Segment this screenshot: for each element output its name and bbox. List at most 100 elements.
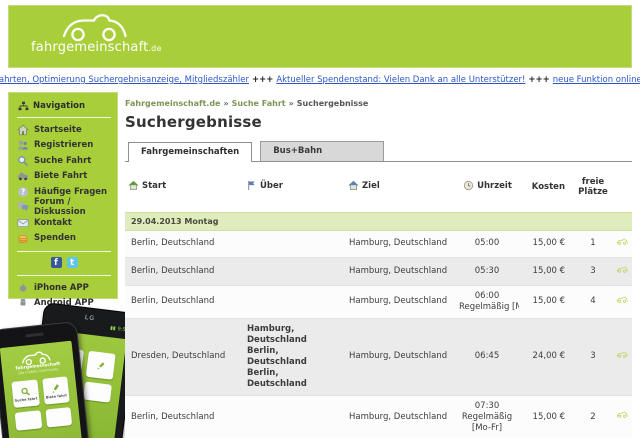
apple-icon [17,282,29,294]
cell-transport [611,258,632,286]
divider [17,251,111,252]
via-flag-icon [245,180,257,192]
help-icon: ? [17,186,29,198]
sidebar-navigation: Navigation Startseite Registrieren Suche F… [8,92,118,299]
column-header-uhrzeit[interactable]: Uhrzeit [477,181,512,191]
cell-kosten: 15,00 € [519,395,575,438]
cell-freie-plaetze: 4 [575,285,611,318]
table-row[interactable]: Berlin, DeutschlandHamburg, Deutschland0… [125,395,632,438]
tab-fahrgemeinschaften[interactable]: Fahrgemeinschaften [128,142,252,162]
cell-start: Berlin, Deutschland [125,230,243,258]
cell-ueber: Hamburg, DeutschlandBerlin, DeutschlandB… [243,318,345,395]
sidebar-item-label: Biete Fahrt [34,171,87,181]
cell-uhrzeit: 06:00Regelmäßig [Mo] [455,285,519,318]
cell-uhrzeit: 05:30 [455,258,519,286]
cell-ziel: Hamburg, Deutschland [345,395,455,438]
breadcrumb-current: Suchergebnisse [297,99,369,108]
tab-bus-bahn[interactable]: Bus+Bahn [260,141,384,161]
ticker-link[interactable]: neue Funktion online: ‚Fahrt dupliziere [553,75,640,85]
sidebar-title-label: Navigation [33,101,85,111]
svg-text:?: ? [21,187,25,196]
column-header-freie-plaetze[interactable]: freie Plätze [575,162,611,212]
sidebar-item-iphone-app[interactable]: iPhone APP [17,280,111,295]
car-green-icon[interactable] [616,263,628,275]
sidebar-item-spenden[interactable]: Spenden [17,231,111,247]
column-header-kosten[interactable]: Kosten [519,162,575,212]
cell-kosten: 24,00 € [519,318,575,395]
date-group-label: 29.04.2013 Montag [125,212,632,230]
app-item-label: iPhone APP [34,283,89,293]
app-button-biete-fahrt: Biete fahrt [42,376,70,405]
tab-bar: Fahrgemeinschaften Bus+Bahn [125,142,632,162]
cell-freie-plaetze: 1 [575,230,611,258]
sidebar-item-label: Startseite [34,125,82,135]
table-row[interactable]: Berlin, DeutschlandHamburg, Deutschland0… [125,285,632,318]
breadcrumb-separator: » [220,99,231,108]
sidebar-item-label: Suche Fahrt [34,156,91,166]
cell-uhrzeit: 07:30Regelmäßig[Mo-Fr] [455,395,519,438]
sidebar-item-label: Spenden [34,233,76,243]
news-ticker: g Bahnfahrten, Optimierung Suchergebnisa… [0,75,640,85]
ticker-separator: +++ [249,75,276,85]
sidebar-item-suche-fahrt[interactable]: Suche Fahrt [17,153,111,169]
twitter-icon[interactable]: t [67,257,78,268]
sidebar-item-registrieren[interactable]: Registrieren [17,138,111,154]
results-table-header: Start Über Ziel [125,162,632,212]
table-row[interactable]: Berlin, DeutschlandHamburg, Deutschland0… [125,258,632,286]
ticker-link[interactable]: Aktueller Spendenstand: Vielen Dank an a… [276,75,525,85]
phone-speaker [25,333,43,338]
page: fahrgemeinschaft.de g Bahnfahrten, Optim… [0,0,640,438]
cell-uhrzeit: 05:00 [455,230,519,258]
breadcrumb-home[interactable]: Fahrgemeinschaft.de [125,99,220,108]
column-header-uhrzeit[interactable]: Ziel [362,181,380,191]
facebook-icon[interactable]: f [51,257,62,268]
results-table-body: 29.04.2013 Montag Berlin, DeutschlandHam… [125,212,632,438]
car-offer-icon [17,170,29,182]
app-button [15,410,42,431]
sidebar-nav-list: Startseite Registrieren Suche Fahrt Biete F… [17,122,111,246]
mail-icon [17,217,29,229]
cell-freie-plaetze: 3 [575,258,611,286]
sidebar-item-forum-diskussion[interactable]: Forum / Diskussion [17,200,111,216]
date-group-row: 29.04.2013 Montag [125,212,632,230]
divider [17,117,111,118]
cell-transport [611,318,632,395]
cell-ziel: Hamburg, Deutschland [345,318,455,395]
cell-start: Berlin, Deutschland [125,285,243,318]
table-row[interactable]: Dresden, DeutschlandHamburg, Deutschland… [125,318,632,395]
sidebar-title: Navigation [17,100,111,112]
cell-ziel: Hamburg, Deutschland [345,230,455,258]
cell-uhrzeit: 06:45 [455,318,519,395]
cell-ueber [243,230,345,258]
column-header-ueber[interactable]: Über [260,181,283,191]
ticker-separator: +++ [525,75,552,85]
sitemap-icon [17,100,29,112]
breadcrumb-suche-fahrt[interactable]: Suche Fahrt [232,99,286,108]
breadcrumb-separator: » [286,99,297,108]
sidebar-item-kontakt[interactable]: Kontakt [17,215,111,231]
car-green-icon[interactable] [616,409,628,421]
cell-transport [611,230,632,258]
site-logo[interactable]: fahrgemeinschaft.de [31,10,162,55]
cell-transport [611,395,632,438]
mobile-apps-promo-image: LG ▮▮9:53 [0,297,136,438]
app-button-suche-fahrt: Suche fahrt [11,379,39,408]
car-green-icon[interactable] [616,236,628,248]
sidebar-item-startseite[interactable]: Startseite [17,122,111,138]
car-green-icon[interactable] [616,348,628,360]
ticker-link[interactable]: g Bahnfahrten, Optimierung Suchergebnisa… [0,75,249,85]
clock-icon [462,180,474,192]
app-screen: fahrgemeinschaft Die mobile Community Su… [0,341,87,438]
cell-transport [611,285,632,318]
table-row[interactable]: Berlin, Deutschland Hamburg, Deutschland0… [125,230,632,258]
cell-ziel: Hamburg, Deutschland [345,258,455,286]
cell-kosten: 15,00 € [519,230,575,258]
sidebar-item-biete-fahrt[interactable]: Biete Fahrt [17,169,111,185]
breadcrumb: Fahrgemeinschaft.de»Suche Fahrt»Sucherge… [125,99,632,108]
forum-icon [17,201,29,213]
logo-text: fahrgemeinschaft.de [31,42,162,55]
column-header-start[interactable]: Start [142,181,166,191]
car-green-icon[interactable] [616,293,628,305]
home-icon [17,124,29,136]
app-button [45,407,72,428]
